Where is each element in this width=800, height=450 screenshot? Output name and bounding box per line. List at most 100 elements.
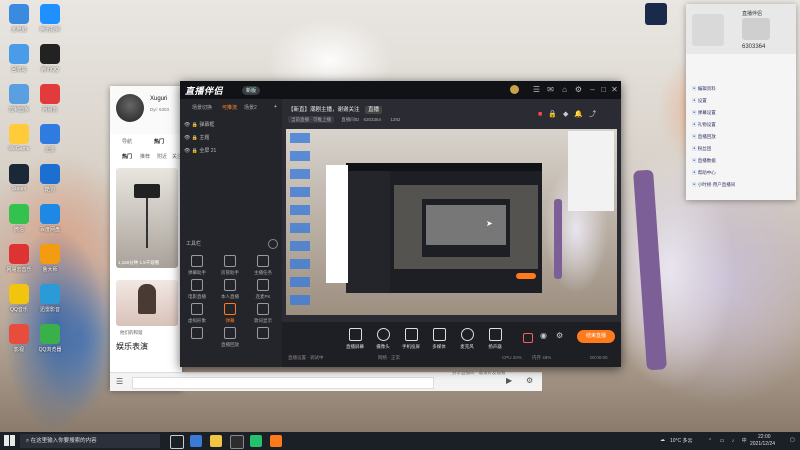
tab-hot[interactable]: 热门	[154, 138, 164, 145]
mic-button[interactable]: 麦克风	[454, 328, 480, 350]
status-item: CPU 20%	[502, 355, 522, 360]
notification-icon[interactable]: ▢	[790, 437, 795, 443]
side-panel-item[interactable]: ▣ 直播数据	[692, 158, 716, 164]
tool-item[interactable]: 虚拟形象	[182, 303, 212, 324]
clock-time[interactable]: 22:00	[758, 434, 771, 440]
desktop-icon[interactable]: 控制面板	[2, 84, 36, 113]
taskbar-search[interactable]: ⌕ 在这里输入你要搜索的内容	[20, 434, 160, 448]
desktop-icon[interactable]: QQ音乐	[2, 284, 36, 313]
settings-icon[interactable]: ⚙	[574, 85, 583, 94]
desktop-icon[interactable]: 迅雷影音	[33, 284, 67, 313]
side-panel-item[interactable]: ▣ 编辑资料	[692, 86, 716, 92]
tab-scene-2[interactable]: 场景2	[244, 104, 257, 111]
tool-item[interactable]: 歌词显示	[248, 303, 278, 324]
subtab-hot[interactable]: 热门	[122, 153, 132, 160]
store-icon[interactable]	[230, 435, 244, 449]
record-icon[interactable]	[523, 333, 533, 343]
tray-icons[interactable]: ⌃ ▭ ♪ 中	[708, 437, 750, 444]
clock-date[interactable]: 2021/12/24	[750, 441, 775, 447]
phone-cast-button[interactable]: 手机投屏	[398, 328, 424, 350]
play-icon[interactable]: ▶	[506, 376, 512, 385]
subtab-recommend[interactable]: 推荐	[140, 153, 150, 160]
speaker-button[interactable]: 扬声器	[482, 328, 508, 350]
cube-app-icon[interactable]	[645, 3, 667, 25]
tab-streamable[interactable]: 可推流	[222, 104, 237, 111]
weather[interactable]: 10°C 多云	[670, 437, 693, 444]
live-preview[interactable]: ➤	[286, 129, 617, 315]
explorer-icon[interactable]	[210, 435, 222, 447]
message-icon[interactable]: ✉	[546, 85, 555, 94]
side-panel-item[interactable]: ▣ 礼物设置	[692, 122, 716, 128]
desktop-icon[interactable]: 回收站	[2, 44, 36, 73]
tool-item[interactable]: 直播回放	[215, 327, 245, 348]
edge-icon[interactable]	[190, 435, 202, 447]
tool-item[interactable]: 连麦PK	[248, 279, 278, 300]
tool-item[interactable]: 弹幕助手	[182, 255, 212, 276]
desktop-icon[interactable]: 此电脑	[2, 4, 36, 33]
tab-nav[interactable]: 导航	[122, 138, 132, 145]
desktop-icon[interactable]: 酷狗	[33, 164, 67, 193]
camera-button[interactable]: 摄像头	[370, 328, 396, 350]
desktop-icon[interactable]: QQ浏览器	[33, 324, 67, 353]
live-card[interactable]: 1,150分钟 1.5千观看	[116, 168, 178, 268]
avatar-icon[interactable]	[510, 85, 519, 94]
chat-input[interactable]	[132, 377, 434, 389]
music-app-icon[interactable]	[250, 435, 262, 447]
minimize-icon[interactable]: –	[588, 85, 597, 94]
tools-more-icon[interactable]	[268, 239, 278, 249]
bell-icon[interactable]: 🔔	[574, 111, 589, 118]
source-item[interactable]: 👁 🔒 主题	[184, 134, 209, 141]
weather-icon[interactable]: ☁	[660, 437, 665, 443]
side-panel-item[interactable]: ▣ 设置	[692, 98, 707, 104]
desktop-icon[interactable]: 腾讯视频	[33, 4, 67, 33]
tab-scene-switch[interactable]: 场景切换	[192, 104, 212, 111]
lock-icon[interactable]: 🔒	[548, 111, 563, 118]
side-panel-item[interactable]: ▣ 粉丝团	[692, 146, 711, 152]
desktop-icon[interactable]: 网易云音乐	[2, 244, 36, 273]
source-item[interactable]: 👁 🔒 弹幕框	[184, 121, 214, 128]
end-live-button[interactable]: 结束直播	[577, 330, 615, 343]
source-item[interactable]: 👁 🔒 全屏 21	[184, 147, 216, 154]
live-card[interactable]	[116, 280, 178, 326]
media-button[interactable]: 多媒体	[426, 328, 452, 350]
side-panel-item[interactable]: ▣ 弹幕设置	[692, 110, 716, 116]
share-icon[interactable]: ⤴	[589, 111, 602, 118]
version-badge[interactable]: 新版	[242, 86, 261, 95]
close-icon[interactable]: ✕	[610, 85, 619, 94]
tool-item[interactable]	[182, 327, 212, 342]
settings-icon[interactable]: ⚙	[526, 376, 533, 385]
avatar[interactable]	[116, 94, 144, 122]
menu-icon[interactable]: ☰	[116, 377, 123, 386]
menu-icon[interactable]: ☰	[532, 85, 541, 94]
gift-icon[interactable]: ■	[538, 111, 548, 118]
desktop-icon[interactable]: 影视	[2, 324, 36, 353]
tool-item[interactable]: 房管助手	[215, 255, 245, 276]
shirt-icon[interactable]: ⌂	[560, 85, 569, 94]
tool-item[interactable]: 弹幕	[215, 303, 245, 324]
desktop-icon[interactable]: 网易云	[33, 84, 67, 113]
maximize-icon[interactable]: □	[599, 85, 608, 94]
live-companion-taskbar-icon[interactable]	[270, 435, 282, 447]
desktop-icon[interactable]: Steam	[2, 164, 36, 192]
gear-icon[interactable]: ⚙	[556, 331, 563, 340]
desktop-icon[interactable]: 鲁大师	[33, 244, 67, 273]
eye-icon[interactable]: ◉	[540, 331, 547, 340]
side-panel-item[interactable]: ▣ 直播回放	[692, 134, 716, 140]
screen-capture-button[interactable]: 直播屏幕	[342, 328, 368, 350]
desktop-icon[interactable]: 百度网盘	[33, 204, 67, 233]
shield-icon[interactable]: ◆	[563, 111, 574, 118]
tool-item[interactable]: 电影直播	[182, 279, 212, 300]
tool-item[interactable]: 本人直播	[215, 279, 245, 300]
subtab-nearby[interactable]: 附近	[157, 153, 167, 160]
desktop-icon[interactable]: 腾讯QQ	[33, 44, 67, 73]
tool-item[interactable]	[248, 327, 278, 342]
start-icon[interactable]	[4, 435, 15, 446]
desktop-icon[interactable]: 迅雷	[33, 124, 67, 153]
taskview-icon[interactable]	[170, 435, 184, 449]
side-panel-item[interactable]: ▣ 小时榜·用户直播间	[692, 182, 735, 188]
desktop-icon[interactable]: WeGame	[2, 124, 36, 152]
side-panel-item[interactable]: ▣ 帮助中心	[692, 170, 716, 176]
desktop-icon[interactable]: 微信	[2, 204, 36, 233]
add-scene-button[interactable]: +	[274, 104, 277, 110]
tool-item[interactable]: 主播任务	[248, 255, 278, 276]
